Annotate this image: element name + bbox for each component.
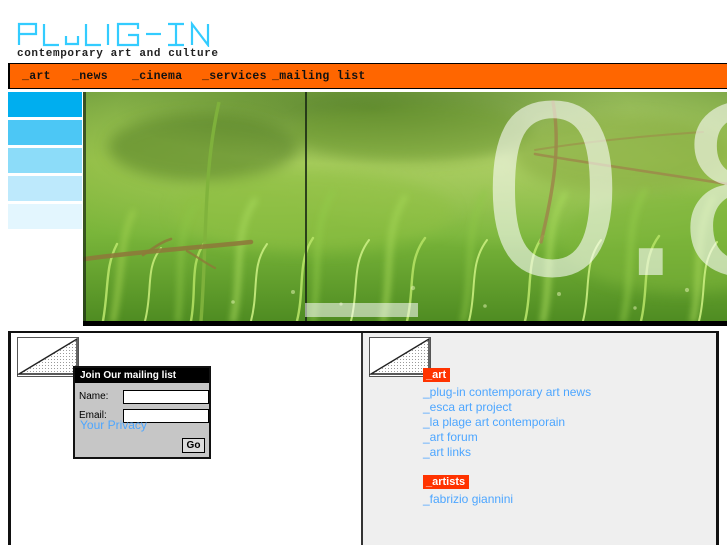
panel-link-directory: _art _plug-in contemporary art news _esc… — [363, 333, 716, 545]
nav-item-cinema[interactable]: _cinema — [132, 70, 182, 83]
hero-vertical-divider — [305, 92, 307, 321]
site-logo[interactable] — [16, 20, 216, 49]
section-heading-artists[interactable]: _artists — [423, 475, 470, 489]
link-esca-art-project[interactable]: _esca art project — [423, 400, 703, 415]
link-plug-in-contemporary-art-news[interactable]: _plug-in contemporary art news — [423, 385, 703, 400]
site-header: contemporary art and culture — [0, 0, 727, 62]
link-section-art: _art _plug-in contemporary art news _esc… — [423, 365, 703, 460]
main-navigation: _art _news _cinema _services _mailing li… — [8, 63, 727, 89]
link-art-links[interactable]: _art links — [423, 445, 703, 460]
name-input[interactable] — [123, 390, 209, 404]
sidebar-swatch-3[interactable] — [8, 148, 82, 173]
sidebar-color-swatches — [8, 92, 82, 229]
hero-banner[interactable]: 0.8 — [83, 92, 727, 326]
logo-plug-in-icon — [17, 20, 210, 49]
panel-mailing-list: Join Our mailing list Name: Email: Your … — [11, 333, 363, 545]
sidebar-swatch-1[interactable] — [8, 92, 82, 117]
link-directory: _art _plug-in contemporary art news _esc… — [423, 365, 703, 507]
link-section-artists: _artists _fabrizio giannini — [423, 472, 703, 507]
mailing-list-form: Join Our mailing list Name: Email: Your … — [73, 366, 211, 459]
section-heading-art[interactable]: _art — [423, 368, 451, 382]
hero-grass-photo — [83, 92, 727, 321]
your-privacy-link[interactable]: Your Privacy — [80, 418, 147, 432]
hero-translucent-bar — [305, 303, 418, 317]
content-panels: Join Our mailing list Name: Email: Your … — [8, 331, 719, 545]
form-row-name: Name: — [79, 390, 209, 405]
mailing-list-form-title: Join Our mailing list — [75, 368, 209, 383]
go-submit-button[interactable]: Go — [182, 438, 205, 453]
hero-left-edge-rule — [83, 92, 86, 321]
sidebar-swatch-2[interactable] — [8, 120, 82, 145]
corner-triangle-ornament-right — [369, 337, 431, 377]
link-la-plage-art-contemporain[interactable]: _la plage art contemporain — [423, 415, 703, 430]
nav-item-mailing-list[interactable]: _mailing list — [272, 70, 366, 83]
corner-triangle-ornament-left — [17, 337, 79, 377]
sidebar-swatch-4[interactable] — [8, 176, 82, 201]
nav-item-news[interactable]: _news — [72, 70, 108, 83]
site-tagline: contemporary art and culture — [17, 48, 219, 60]
link-fabrizio-giannini[interactable]: _fabrizio giannini — [423, 492, 703, 507]
nav-item-art[interactable]: _art — [22, 70, 51, 83]
nav-item-services[interactable]: _services — [202, 70, 267, 83]
link-art-forum[interactable]: _art forum — [423, 430, 703, 445]
name-field-label: Name: — [79, 391, 109, 402]
sidebar-swatch-5[interactable] — [8, 204, 82, 229]
